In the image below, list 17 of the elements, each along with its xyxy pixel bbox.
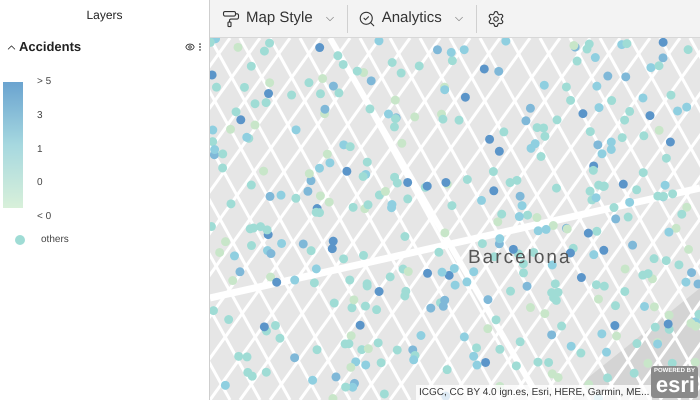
map-attribution: ICGC, CC BY 4.0 ign.es, Esri, HERE, Garmin, ME... — [416, 385, 652, 400]
menu-button[interactable]: Analytics — [354, 4, 470, 34]
map-drawing[interactable] — [210, 38, 700, 400]
layer-name: Accidents — [19, 38, 82, 56]
settings-icon — [486, 10, 505, 28]
paint-roller-icon — [222, 10, 240, 28]
legend-label: 3 — [37, 108, 44, 123]
magnifier-icon — [358, 10, 376, 28]
menu-button[interactable]: Map Style — [218, 4, 341, 34]
legend-label: < 0 — [37, 210, 52, 224]
panel-title: Layers — [85, 7, 124, 24]
legend-label: > 5 — [37, 75, 52, 89]
legend-label: 1 — [37, 142, 44, 156]
legend-label: others — [41, 233, 69, 247]
legend-label: 0 — [37, 176, 44, 190]
visibility-icon[interactable] — [185, 42, 195, 52]
city-label: Barcelona — [468, 246, 572, 270]
